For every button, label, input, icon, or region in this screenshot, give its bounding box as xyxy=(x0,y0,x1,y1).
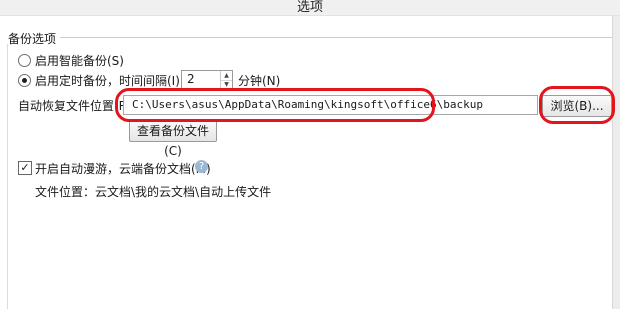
smart-backup-radio[interactable] xyxy=(18,54,31,67)
auto-recover-label: 自动恢复文件位置(R): xyxy=(18,99,136,113)
timed-backup-radio[interactable] xyxy=(18,74,31,87)
title-bar: 选项 xyxy=(0,0,620,16)
group-divider xyxy=(8,37,612,38)
cloud-roaming-checkbox[interactable]: ✓ xyxy=(18,161,32,175)
cloud-roaming-label: 开启自动漫游，云端备份文档(M) xyxy=(35,162,211,176)
browse-button[interactable]: 浏览(B)... xyxy=(542,95,612,117)
file-location-text: 文件位置：云文档\我的云文档\自动上传文件 xyxy=(35,185,272,199)
timed-backup-label: 启用定时备份，时间间隔(I): xyxy=(35,74,184,88)
right-panel-edge xyxy=(612,16,620,309)
interval-value[interactable]: 2 xyxy=(187,72,195,86)
interval-spinner[interactable]: 2 ▲ ▼ xyxy=(181,70,233,90)
backup-options-group-label: 备份选项 xyxy=(8,30,61,47)
help-icon[interactable]: ? xyxy=(195,160,208,173)
view-backup-files-button[interactable]: 查看备份文件(C) xyxy=(129,120,217,158)
spin-down-icon[interactable]: ▼ xyxy=(221,80,232,89)
left-divider xyxy=(7,44,8,309)
interval-unit-label: 分钟(N) xyxy=(238,74,281,88)
spinner-buttons: ▲ ▼ xyxy=(220,71,232,89)
smart-backup-label: 启用智能备份(S) xyxy=(35,54,124,68)
window-title: 选项 xyxy=(296,0,323,15)
backup-path-value: C:\Users\asus\AppData\Roaming\kingsoft\o… xyxy=(132,98,483,111)
backup-path-field[interactable]: C:\Users\asus\AppData\Roaming\kingsoft\o… xyxy=(123,95,538,115)
